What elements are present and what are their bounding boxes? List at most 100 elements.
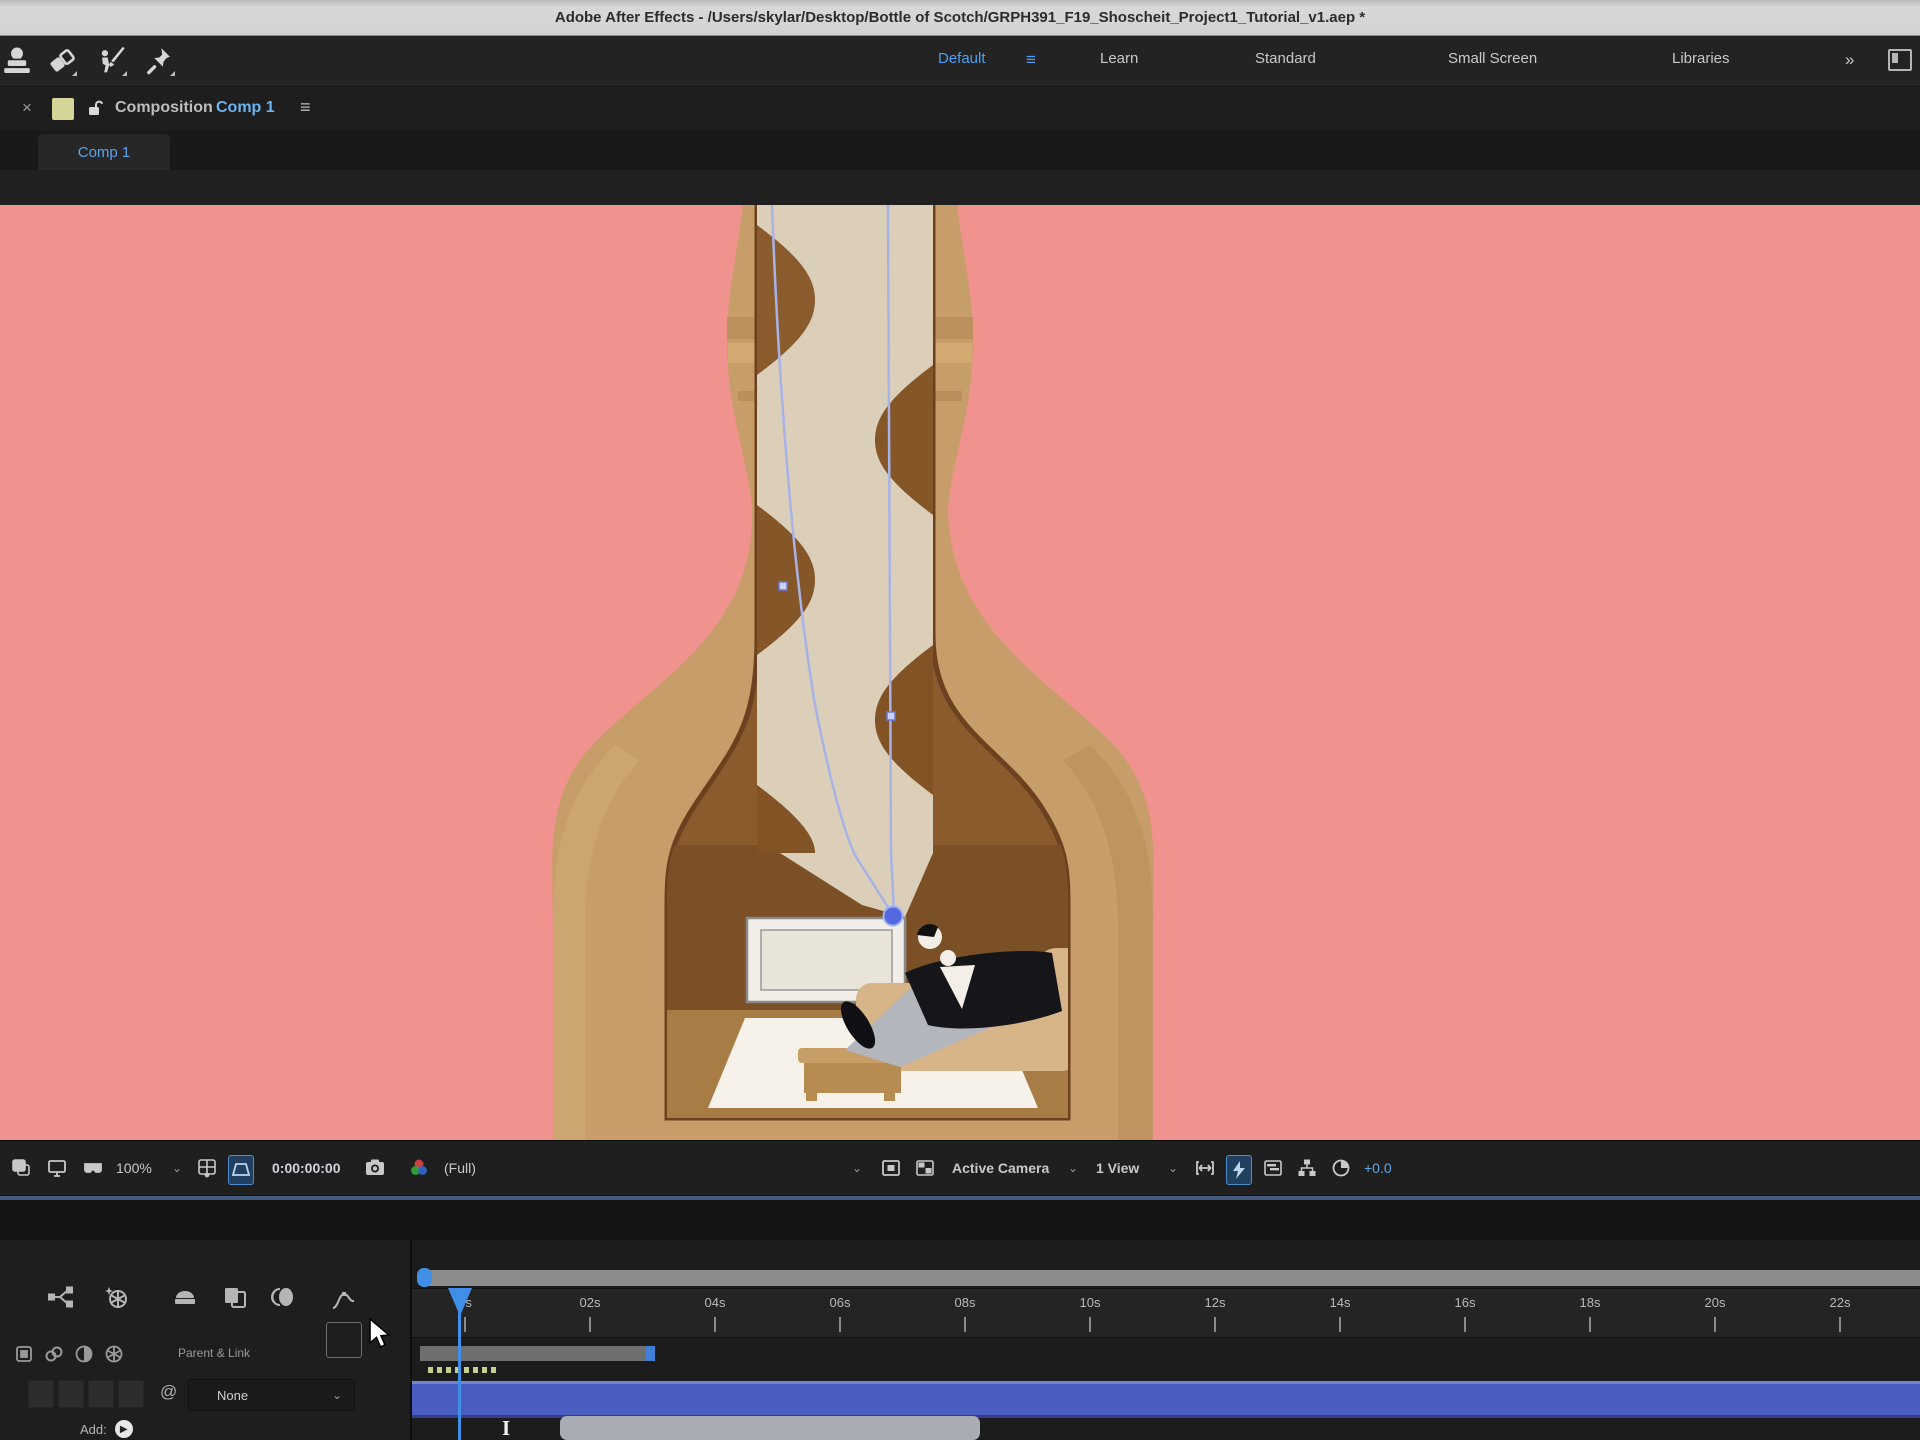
timeline-left-column: Parent & Link @ None ⌄ Add: ▶ [0,1240,412,1440]
ruler-label: 02s [568,1295,612,1310]
ottoman-body [804,1063,901,1093]
panel-title: Composition [115,99,213,117]
panel-close-icon[interactable]: × [22,98,32,118]
tools-toolbar: Default ≡ Learn Standard Small Screen Li… [0,36,1920,87]
frames-preview-icon[interactable] [10,1155,32,1181]
monitor-icon[interactable] [46,1155,68,1181]
workspace-tab-standard[interactable]: Standard [1255,50,1316,67]
keyframe-dash [491,1367,496,1373]
ruler-tick [464,1317,466,1332]
ruler-tick [1214,1317,1216,1332]
ruler-tick [1589,1317,1591,1332]
mask-visibility-icon[interactable] [228,1155,254,1185]
time-navigator-bar[interactable] [418,1270,1920,1286]
transparency-grid-icon[interactable] [914,1155,936,1181]
after-effects-window: Adobe After Effects - /Users/skylar/Desk… [0,0,1920,1440]
time-ruler[interactable]: 0s02s04s06s08s10s12s14s16s18s20s22s [412,1288,1920,1338]
roto-brush-tool-icon[interactable] [95,44,129,78]
magnification-value[interactable]: 100% [116,1155,152,1181]
active-comp-name[interactable]: Comp 1 [216,99,275,117]
3d-view-chevron-icon[interactable]: ⌄ [1068,1155,1078,1181]
view-layout-popup[interactable]: 1 View [1096,1155,1139,1181]
workspace-overflow-chevrons[interactable]: » [1845,50,1854,70]
layer-duration-bar[interactable] [560,1416,980,1440]
parent-link-column-header: Parent & Link [178,1346,250,1360]
panel-color-swatch [52,98,74,120]
selected-layer-bar[interactable] [412,1381,1920,1418]
resolution-value[interactable]: (Full) [444,1155,476,1181]
flyout-indicator [170,71,175,76]
motion-blur-icon[interactable] [270,1284,296,1310]
comp-mini-flowchart-icon[interactable] [48,1284,74,1310]
keyframe-dash [464,1367,469,1373]
ruler-label: 18s [1568,1295,1612,1310]
layer-switch-cell[interactable] [118,1380,144,1408]
flowchart-icon[interactable] [1296,1155,1318,1181]
playhead-line [458,1288,461,1440]
ruler-tick [1839,1317,1841,1332]
layer-switch-cell[interactable] [58,1380,84,1408]
viewer-tab-row: Comp 1 [0,131,1920,170]
window-title: Adobe After Effects - /Users/skylar/Desk… [555,9,1365,26]
clone-stamp-tool-icon[interactable] [0,44,34,78]
workspace-menu-icon[interactable]: ≡ [1026,50,1036,70]
grid-guides-icon[interactable] [196,1155,218,1181]
reset-exposure-icon[interactable] [1330,1155,1352,1181]
adjustment-column-icon [74,1344,94,1364]
shy-icon[interactable] [172,1284,198,1310]
anchor-point [884,907,903,926]
layer-switch-cell[interactable] [28,1380,54,1408]
snapshot-camera-icon[interactable] [364,1155,386,1181]
3d-view-popup[interactable]: Active Camera [952,1155,1049,1181]
flyout-indicator [72,71,77,76]
work-area-end-handle[interactable] [646,1346,655,1361]
exposure-value[interactable]: +0.0 [1364,1155,1392,1181]
resolution-chevron-icon[interactable]: ⌄ [852,1155,862,1181]
work-area-bar[interactable] [420,1346,655,1361]
ruler-tick [839,1317,841,1332]
link-column-icon [44,1344,64,1364]
timeline-panel: Parent & Link @ None ⌄ Add: ▶ [0,1240,1920,1440]
draft-3d-icon[interactable] [104,1284,130,1310]
switches-column-icon [14,1344,34,1364]
parent-pick-whip-icon[interactable]: @ [160,1382,177,1402]
fast-previews-icon[interactable] [1226,1155,1252,1185]
graph-editor-icon[interactable] [368,1284,394,1310]
unlock-icon[interactable] [88,100,103,116]
region-of-interest-icon[interactable] [880,1155,902,1181]
keyframe-dash [446,1367,451,1373]
add-label: Add: [80,1422,107,1437]
ruler-label: 04s [693,1295,737,1310]
workspace-tab-default[interactable]: Default [938,50,986,67]
panel-menu-icon[interactable]: ≡ [300,97,311,118]
navigator-start-handle[interactable] [417,1268,432,1287]
current-time-display[interactable]: 0:00:00:00 [272,1155,341,1181]
magnification-chevron-icon[interactable]: ⌄ [172,1155,182,1181]
goggles-icon[interactable] [82,1155,104,1181]
workspace-tab-small-screen[interactable]: Small Screen [1448,50,1537,67]
ruler-label: 20s [1693,1295,1737,1310]
keyframe-dash [428,1367,433,1373]
timeline-track-area: 0s02s04s06s08s10s12s14s16s18s20s22s I [412,1240,1920,1440]
composition-viewport[interactable] [0,205,1920,1140]
frame-blend-icon[interactable] [222,1284,248,1310]
timeline-panel-icon[interactable] [1262,1155,1284,1181]
ruler-tick [1464,1317,1466,1332]
tab-comp-1[interactable]: Comp 1 [38,134,170,170]
panel-icon[interactable] [1888,49,1912,71]
parent-dropdown[interactable]: None ⌄ [188,1379,355,1411]
tab-label: Comp 1 [78,144,131,161]
pixel-aspect-icon[interactable] [1194,1155,1216,1181]
layer-switch-cell[interactable] [88,1380,114,1408]
channel-settings-icon[interactable] [408,1155,430,1181]
workspace-tab-libraries[interactable]: Libraries [1672,50,1730,67]
keyframe-dash [473,1367,478,1373]
ruler-label: 22s [1818,1295,1862,1310]
ruler-label: 14s [1318,1295,1362,1310]
add-menu-icon[interactable]: ▶ [115,1420,133,1438]
eraser-tool-icon[interactable] [45,44,79,78]
view-layout-chevron-icon[interactable]: ⌄ [1168,1155,1178,1181]
ruler-tick [1089,1317,1091,1332]
workspace-tab-learn[interactable]: Learn [1100,50,1138,67]
puppet-pin-tool-icon[interactable] [143,44,177,78]
